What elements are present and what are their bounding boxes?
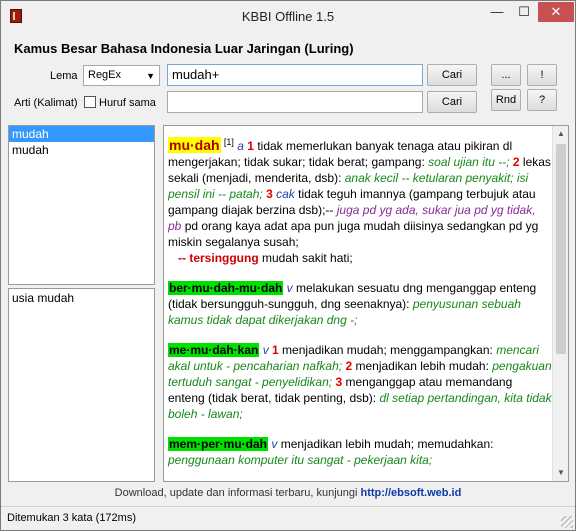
proverb: juga pd yg ada, sukar jua pd yg tidak, — [336, 203, 536, 217]
subentry: -- tersinggung — [178, 251, 259, 265]
more-button[interactable]: ... — [491, 64, 521, 86]
sense-number: 1 — [272, 343, 279, 357]
list-item[interactable]: mudah — [9, 142, 154, 158]
definition: mudah sakit hati; — [258, 251, 353, 265]
headword: mem·per·mu·dah — [168, 437, 269, 451]
definition-panel: mu·dah [1] a 1 tidak memerlukan banyak t… — [163, 125, 569, 482]
scroll-down-icon[interactable]: ▼ — [553, 465, 568, 481]
definition-text: mu·dah [1] a 1 tidak memerlukan banyak t… — [168, 134, 552, 481]
cari-lema-button[interactable]: Cari — [427, 64, 477, 86]
headword: ber·mu·dah-mu·dah — [168, 281, 284, 295]
help-button[interactable]: ? — [527, 89, 557, 111]
sense-number: 3 — [266, 187, 273, 201]
entry-bermudah-mudah: ber·mu·dah-mu·dah v melakukan sesuatu dn… — [168, 280, 552, 328]
search-mode-value: RegEx — [88, 69, 122, 81]
close-button[interactable]: ✕ — [538, 2, 574, 22]
definition: pd orang kaya adat apa pun juga mudah di… — [168, 219, 539, 249]
scroll-up-icon[interactable]: ▲ — [553, 126, 568, 142]
huruf-sama-checkbox[interactable] — [84, 96, 96, 108]
status-text: Ditemukan 3 kata (172ms) — [7, 512, 136, 524]
exclamation-button[interactable]: ! — [527, 64, 557, 86]
sense-number: 2 — [512, 155, 520, 169]
app-window: KBBI Offline 1.5 — ☐ ✕ Kamus Besar Bahas… — [0, 0, 576, 531]
results-list[interactable]: mudah mudah — [8, 125, 155, 285]
list-item[interactable]: usia mudah — [9, 290, 154, 306]
definition: menjadikan lebih mudah: — [352, 359, 493, 373]
example: penggunaan komputer itu sangat - pekerja… — [168, 453, 433, 467]
headword: me·mu·dah·kan — [168, 343, 260, 357]
title-bar: KBBI Offline 1.5 — ☐ ✕ — [1, 1, 575, 31]
entry-mudah: mu·dah [1] a 1 tidak memerlukan banyak t… — [168, 134, 552, 266]
status-bar: Ditemukan 3 kata (172ms) — [1, 506, 575, 530]
huruf-sama-label: Huruf sama — [99, 97, 156, 109]
homonym-index: [1] — [223, 137, 234, 147]
footer: Download, update dan informasi terbaru, … — [1, 487, 575, 499]
arti-input[interactable] — [167, 91, 423, 113]
headword: mu·dah — [168, 137, 221, 153]
minimize-button[interactable]: — — [484, 2, 510, 22]
arti-label: Arti (Kalimat) — [14, 97, 78, 109]
chevron-down-icon: ▼ — [146, 71, 155, 81]
word-class: a — [237, 139, 244, 153]
cari-arti-button[interactable]: Cari — [427, 91, 477, 113]
search-mode-select[interactable]: RegEx ▼ — [83, 65, 160, 86]
proverb-label: pb — [168, 219, 182, 233]
idiom-list[interactable]: usia mudah — [8, 288, 155, 482]
random-button[interactable]: Rnd — [491, 89, 521, 111]
lema-input[interactable]: mudah+ — [167, 64, 423, 86]
website-link[interactable]: http://ebsoft.web.id — [361, 487, 462, 499]
register-label: cak — [276, 187, 295, 201]
footer-text: Download, update dan informasi terbaru, … — [114, 487, 361, 499]
list-item[interactable]: mudah — [9, 126, 154, 142]
sense-number: 1 — [247, 139, 254, 153]
example: soal ujian itu --; — [428, 155, 510, 169]
lema-label: Lema — [50, 70, 78, 82]
entry-mempermudah: mem·per·mu·dah v menjadikan lebih mudah;… — [168, 436, 552, 468]
app-heading: Kamus Besar Bahasa Indonesia Luar Jaring… — [14, 41, 354, 56]
resize-grip-icon[interactable] — [561, 516, 573, 528]
definition: menjadikan lebih mudah; memudahkan: — [277, 437, 494, 451]
entry-memudahkan: me·mu·dah·kan v 1 menjadikan mudah; meng… — [168, 342, 552, 422]
vertical-scrollbar[interactable]: ▲ ▼ — [552, 126, 568, 481]
maximize-button[interactable]: ☐ — [511, 2, 537, 22]
scroll-thumb[interactable] — [556, 144, 566, 354]
definition: menjadikan mudah; menggampangkan: — [278, 343, 497, 357]
word-class: v — [262, 343, 269, 357]
